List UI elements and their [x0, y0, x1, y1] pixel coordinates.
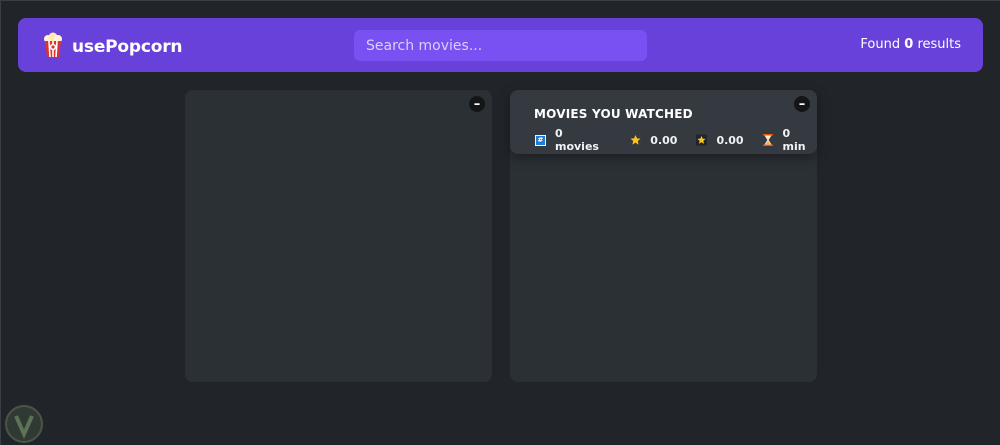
nav-bar: usePopcorn Found 0 results: [18, 18, 983, 72]
watermark-logo: [4, 404, 44, 444]
popcorn-icon: [42, 32, 64, 62]
watched-summary: Movies you watched # 0 movies 0.00 0.0: [510, 90, 817, 154]
hash-icon: #: [535, 134, 546, 146]
movie-list-box: –: [185, 90, 492, 382]
stat-user-value: 0.00: [716, 133, 744, 147]
stat-runtime: 0 min: [763, 127, 817, 153]
stat-runtime-value: 0 min: [782, 127, 806, 153]
results-suffix: results: [913, 37, 961, 52]
stat-movies: # 0 movies: [535, 127, 610, 153]
summary-title: Movies you watched: [534, 107, 693, 121]
results-prefix: Found: [860, 37, 905, 52]
star-badge-icon: [696, 134, 708, 146]
results-number: 0: [904, 37, 914, 52]
results-count: Found 0 results: [860, 37, 961, 52]
collapse-toggle-button[interactable]: –: [469, 96, 485, 112]
app-root: usePopcorn Found 0 results – Movies you …: [0, 0, 1000, 445]
watched-box: Movies you watched # 0 movies 0.00 0.0: [510, 90, 817, 382]
stat-imdb-rating: 0.00: [630, 134, 677, 147]
logo-text: usePopcorn: [72, 37, 183, 57]
stat-user-rating: 0.00: [696, 133, 744, 147]
stat-imdb-value: 0.00: [650, 133, 678, 147]
search-input[interactable]: [354, 30, 647, 61]
summary-stats: # 0 movies 0.00 0.00 0 min: [535, 127, 817, 153]
logo: usePopcorn: [42, 32, 183, 62]
collapse-toggle-button[interactable]: –: [794, 96, 810, 112]
hourglass-icon: [763, 134, 774, 146]
star-icon: [630, 134, 641, 146]
stat-movies-value: 0 movies: [554, 127, 599, 153]
